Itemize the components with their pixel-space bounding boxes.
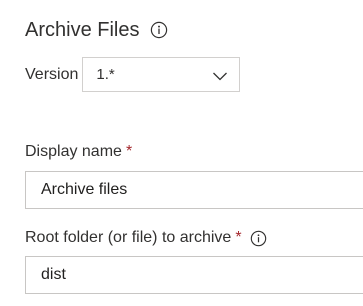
display-name-label-text: Display name xyxy=(25,143,122,160)
version-label: Version xyxy=(25,65,79,83)
chevron-down-icon xyxy=(212,69,228,81)
display-name-field[interactable] xyxy=(25,171,363,209)
root-folder-field[interactable] xyxy=(25,256,363,294)
required-marker: * xyxy=(235,229,242,246)
task-editor-panel: Archive Files Version 1.* Display name *… xyxy=(0,0,363,306)
task-title: Archive Files xyxy=(25,18,140,41)
version-selected-value: 1.* xyxy=(96,66,115,83)
info-icon[interactable] xyxy=(250,230,267,247)
version-dropdown[interactable]: 1.* xyxy=(82,57,241,92)
root-folder-label: Root folder (or file) to archive * xyxy=(25,229,267,247)
root-folder-label-text: Root folder (or file) to archive xyxy=(25,229,232,246)
task-header: Archive Files xyxy=(25,16,168,44)
version-row: Version 1.* xyxy=(25,57,241,92)
info-icon[interactable] xyxy=(150,21,168,39)
display-name-label: Display name * xyxy=(25,143,132,161)
required-marker: * xyxy=(125,143,133,160)
